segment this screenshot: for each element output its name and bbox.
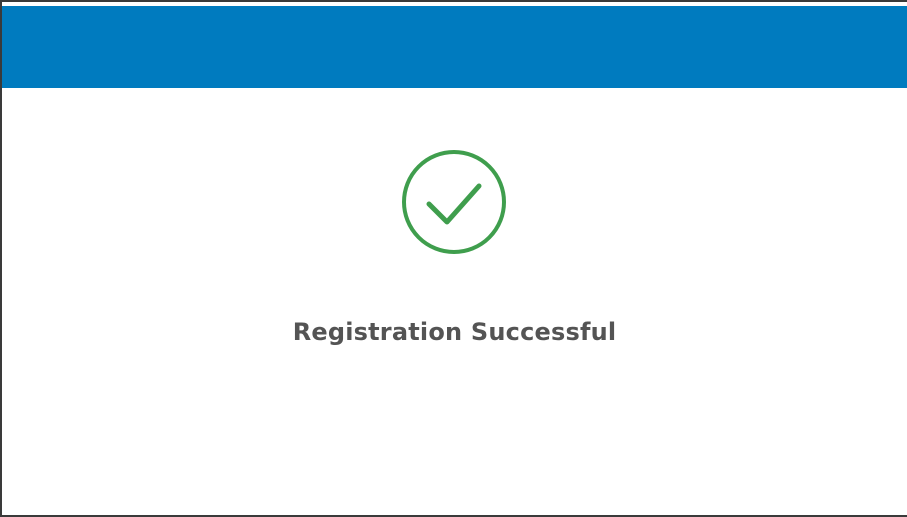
check-circle-icon xyxy=(400,148,508,256)
dialog-header-bar xyxy=(2,6,907,88)
registration-success-dialog: Registration Successful xyxy=(0,0,907,517)
registration-success-message: Registration Successful xyxy=(292,318,617,346)
